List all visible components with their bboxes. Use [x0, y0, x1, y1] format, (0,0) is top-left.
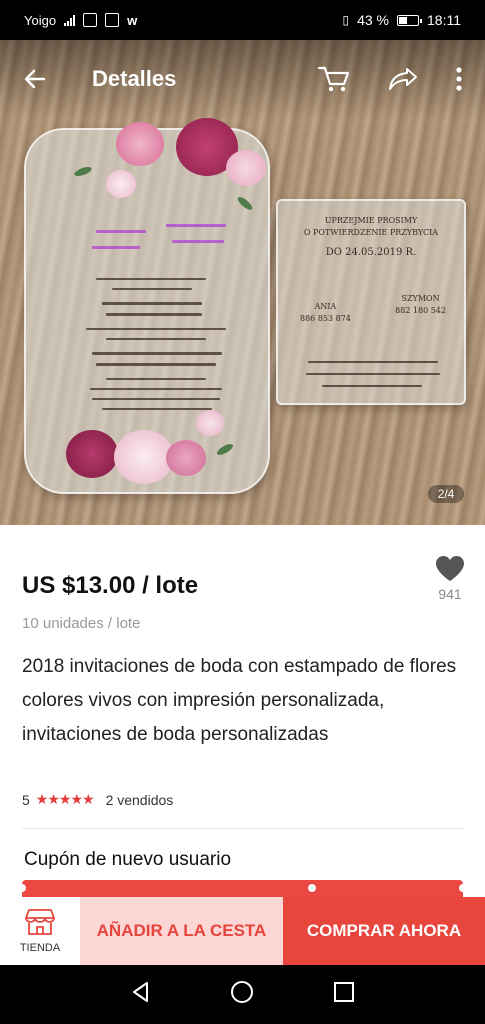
wishlist-button[interactable]: 941 — [432, 554, 468, 602]
unit-info: 10 unidades / lote — [22, 615, 141, 632]
leaf-decoration — [215, 441, 235, 458]
more-options-button[interactable] — [455, 66, 463, 92]
battery-percent: 43 % — [357, 12, 389, 28]
flower-decoration — [66, 430, 118, 478]
carrier-name: Yoigo — [24, 12, 57, 28]
heart-icon — [436, 556, 464, 581]
vibrate-icon: ▯ — [342, 13, 350, 27]
text-line — [106, 378, 206, 380]
contact-name-1: ANIA — [314, 302, 337, 311]
contact-phone-2: 882 180 542 — [395, 306, 446, 315]
text-line — [102, 302, 202, 305]
mail-icon — [105, 13, 120, 27]
cart-icon — [317, 66, 350, 92]
rsvp-card-image: UPRZEJMIE PROSIMY O POTWIERDZENIE PRZYBY… — [276, 199, 466, 405]
rating-value: 5 — [22, 791, 30, 808]
product-title: 2018 invitaciones de boda con estampado … — [22, 656, 457, 745]
cart-button[interactable] — [317, 64, 351, 94]
contact-phone-1: 886 853 874 — [300, 314, 351, 323]
more-vertical-icon — [456, 67, 462, 91]
add-to-cart-button[interactable]: AÑADIR A LA CESTA — [80, 897, 283, 965]
coupon-notch — [459, 884, 467, 892]
product-price: US $13.00 / lote — [22, 572, 199, 599]
page-title: Detalles — [92, 66, 177, 91]
nav-recents-button[interactable] — [332, 980, 356, 1009]
text-line — [102, 408, 212, 410]
text-line — [96, 230, 146, 233]
coupon-title: Cupón de nuevo usuario — [24, 849, 232, 870]
square-recents-icon — [334, 982, 355, 1002]
text-line — [106, 313, 202, 316]
coupon-notch — [18, 884, 26, 892]
flower-decoration — [166, 440, 206, 476]
text-line — [92, 352, 222, 355]
text-line — [112, 288, 192, 290]
flower-decoration — [196, 410, 224, 436]
text-line — [322, 385, 422, 387]
system-navigation-bar — [0, 965, 485, 1024]
share-icon — [389, 68, 417, 90]
leaf-decoration — [235, 195, 255, 212]
coupon-banner[interactable] — [18, 880, 467, 898]
text-line — [106, 338, 206, 340]
text-line — [92, 398, 220, 400]
text-line — [172, 240, 224, 243]
text-line — [166, 224, 226, 227]
flower-decoration — [106, 170, 136, 198]
star-rating-icon: ★★★★★ — [35, 791, 95, 807]
flower-decoration — [226, 150, 266, 186]
rsvp-heading-line-2: O POTWIERDZENIE PRZYBYCIA — [303, 228, 439, 237]
nfc-icon — [83, 13, 98, 27]
text-line — [96, 278, 206, 280]
rsvp-date: DO 24.05.2019 R. — [325, 247, 417, 258]
nav-back-button[interactable] — [129, 980, 153, 1009]
coupon-notch — [308, 884, 316, 892]
sold-count: 2 vendidos — [105, 791, 174, 808]
text-line — [96, 363, 216, 366]
invitation-card-image — [24, 118, 270, 494]
text-line — [86, 328, 226, 330]
bottom-action-bar: TIENDA AÑADIR A LA CESTA COMPRAR AHORA — [0, 897, 485, 965]
signal-icon — [64, 14, 76, 26]
flower-decoration — [116, 122, 164, 166]
store-button[interactable]: TIENDA — [0, 897, 80, 965]
text-line — [306, 373, 440, 375]
divider — [22, 828, 463, 829]
battery-icon — [397, 14, 422, 26]
wishlist-count: 941 — [438, 586, 462, 602]
app-notification-icon: w — [127, 12, 138, 28]
arrow-left-icon — [24, 69, 46, 89]
circle-home-icon — [231, 981, 254, 1003]
store-label: TIENDA — [19, 942, 61, 954]
image-counter: 2/4 — [428, 485, 464, 503]
store-icon — [25, 909, 55, 935]
nav-home-button[interactable] — [230, 980, 254, 1009]
top-app-bar: Detalles — [0, 40, 485, 118]
text-line — [90, 388, 222, 390]
text-line — [92, 246, 140, 249]
buy-now-button[interactable]: COMPRAR AHORA — [283, 897, 485, 965]
leaf-decoration — [73, 165, 93, 178]
contact-name-2: SZYMON — [401, 294, 440, 303]
back-button[interactable] — [22, 66, 48, 92]
text-line — [308, 361, 438, 363]
status-bar: Yoigo w ▯ 43 % 18:11 — [0, 0, 485, 40]
clock: 18:11 — [427, 12, 461, 28]
share-button[interactable] — [387, 66, 419, 92]
triangle-back-icon — [132, 982, 148, 1002]
flower-decoration — [114, 430, 174, 484]
rating-row[interactable]: 5 ★★★★★ 2 vendidos — [22, 791, 173, 808]
rsvp-heading-line-1: UPRZEJMIE PROSIMY — [324, 216, 418, 225]
